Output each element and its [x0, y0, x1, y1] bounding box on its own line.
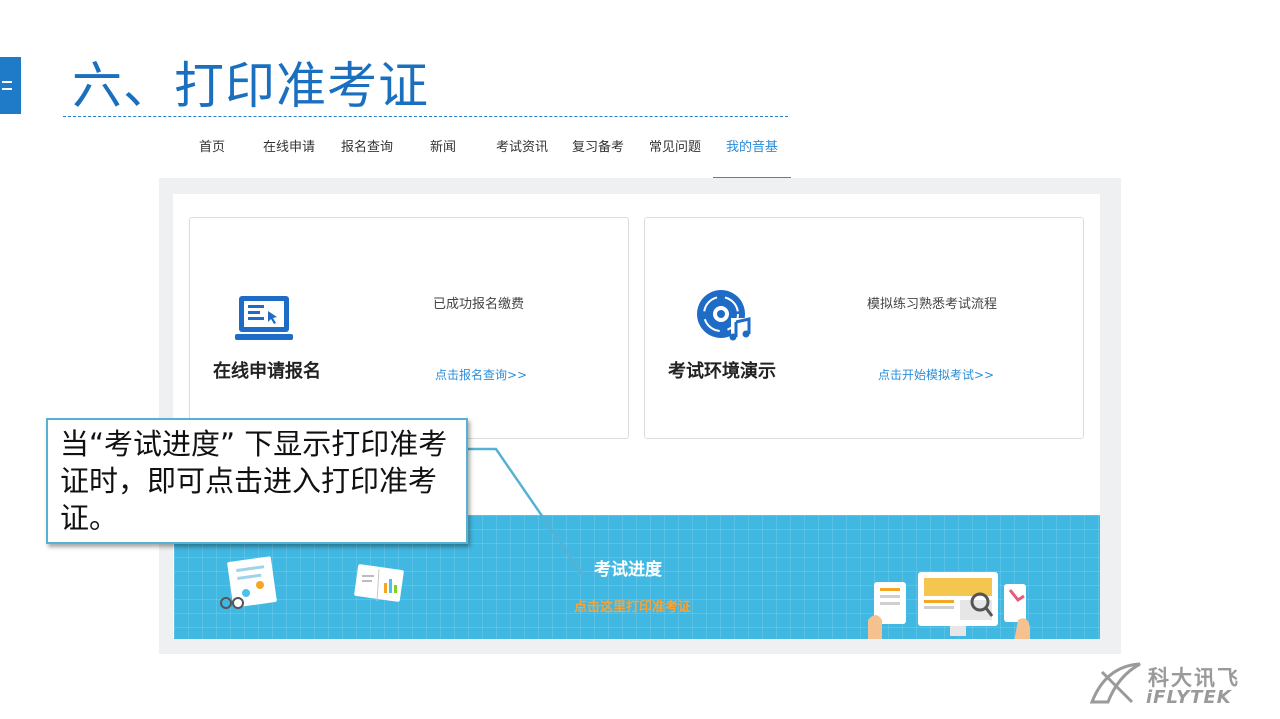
nav-item-my-account[interactable]: 我的音基	[713, 133, 791, 179]
card-title: 考试环境演示	[668, 361, 776, 382]
nav-item-exam-info[interactable]: 考试资讯	[496, 133, 548, 177]
nav-item-review[interactable]: 复习备考	[572, 133, 624, 177]
slide-section-marker	[0, 57, 21, 114]
card-exam-demo: 考试环境演示 模拟练习熟悉考试流程 点击开始模拟考试>>	[644, 217, 1084, 439]
nav-item-faq[interactable]: 常见问题	[649, 133, 701, 177]
card-online-registration: 在线申请报名 已成功报名缴费 点击报名查询>>	[189, 217, 629, 439]
book-illustration-icon	[354, 564, 404, 602]
print-admission-ticket-link[interactable]: 点击这里打印准考证	[574, 596, 691, 615]
start-mock-exam-link[interactable]: 点击开始模拟考试>>	[878, 366, 994, 383]
title-divider	[63, 116, 788, 117]
nav-item-registration-query[interactable]: 报名查询	[341, 133, 393, 177]
iflytek-logo-mark-icon	[1089, 662, 1141, 704]
card-description: 已成功报名缴费	[433, 297, 525, 312]
exam-progress-title: 考试进度	[594, 560, 662, 580]
callout-text: 当“考试进度” 下显示打印准考证时，即可点击进入打印准考证。	[60, 427, 448, 535]
nav-item-apply-online[interactable]: 在线申请	[263, 133, 315, 177]
nav-item-home[interactable]: 首页	[199, 133, 225, 177]
card-title: 在线申请报名	[213, 361, 321, 382]
music-disc-icon	[697, 290, 751, 341]
registration-query-link[interactable]: 点击报名查询>>	[435, 366, 527, 383]
iflytek-logo: 科大讯飞 iFLYTEK	[1088, 660, 1258, 710]
devices-illustration-icon	[868, 572, 1030, 639]
documents-illustration-icon	[220, 556, 277, 609]
laptop-icon	[235, 296, 293, 340]
site-nav: 首页 在线申请 报名查询 新闻 考试资讯 复习备考 常见问题 我的音基	[160, 133, 800, 179]
callout-annotation: 当“考试进度” 下显示打印准考证时，即可点击进入打印准考证。	[46, 418, 468, 544]
logo-english-text: iFLYTEK	[1146, 687, 1232, 708]
nav-item-news[interactable]: 新闻	[430, 133, 456, 177]
slide-title: 六、打印准考证	[72, 57, 429, 115]
card-description: 模拟练习熟悉考试流程	[867, 297, 998, 312]
